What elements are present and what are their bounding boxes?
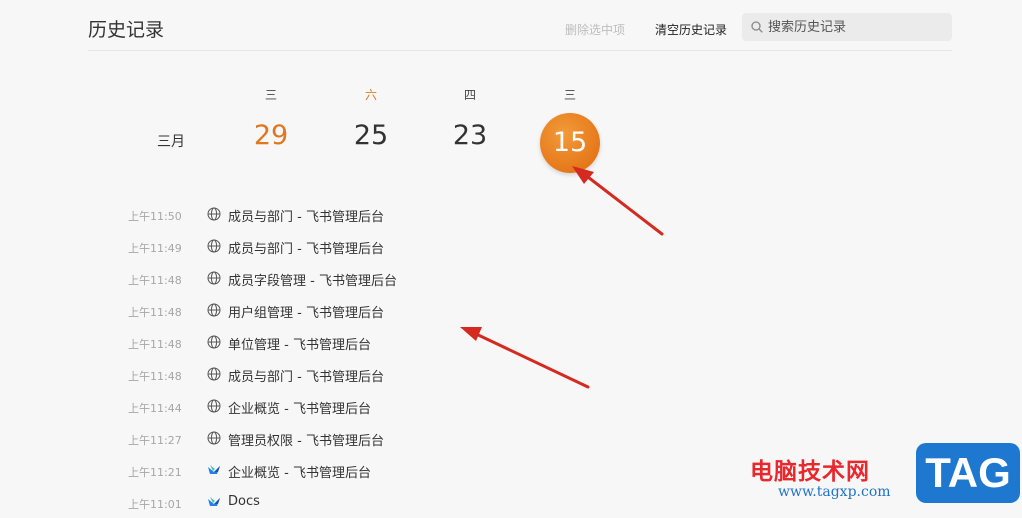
history-title: 成员与部门 - 飞书管理后台 — [228, 210, 384, 225]
history-item[interactable]: 上午11:01 Docs — [0, 486, 600, 518]
weekday-label: 六 — [364, 88, 377, 102]
history-item[interactable]: 上午11:48 用户组管理 - 飞书管理后台 — [0, 294, 600, 326]
weekday-label: 三 — [264, 88, 277, 102]
globe-icon — [207, 207, 221, 221]
header: 历史记录 删除选中项 清空历史记录 — [88, 0, 952, 51]
history-item[interactable]: 上午11:48 成员字段管理 - 飞书管理后台 — [0, 262, 600, 294]
globe-icon — [207, 335, 221, 349]
history-item[interactable]: 上午11:27 管理员权限 - 飞书管理后台 — [0, 422, 600, 454]
globe-icon — [207, 367, 221, 381]
date-number: 25 — [353, 120, 389, 151]
delete-selected-button[interactable]: 删除选中项 — [565, 21, 625, 38]
history-time: 上午11:48 — [128, 306, 182, 319]
history-item[interactable]: 上午11:48 成员与部门 - 飞书管理后台 — [0, 358, 600, 390]
history-time: 上午11:49 — [128, 242, 182, 255]
history-time: 上午11:50 — [128, 210, 182, 223]
globe-icon — [207, 239, 221, 253]
history-time: 上午11:27 — [128, 434, 182, 447]
history-item[interactable]: 上午11:48 单位管理 - 飞书管理后台 — [0, 326, 600, 358]
history-title: 单位管理 - 飞书管理后台 — [228, 338, 371, 353]
history-time: 上午11:21 — [128, 466, 182, 479]
weekday-label: 四 — [463, 88, 476, 102]
day-item[interactable]: 四 23 — [438, 86, 502, 151]
weekday-label: 三 — [563, 88, 576, 102]
watermark-logo: TAG — [916, 443, 1020, 503]
watermark-text: 电脑技术网 — [750, 459, 870, 485]
globe-icon — [207, 303, 221, 317]
history-title: 成员字段管理 - 飞书管理后台 — [228, 274, 397, 289]
day-item-selected[interactable]: 三 15 — [538, 86, 602, 173]
feishu-icon — [208, 497, 220, 506]
feishu-icon — [208, 465, 220, 474]
page-title: 历史记录 — [88, 19, 165, 41]
history-time: 上午11:48 — [128, 274, 182, 287]
day-item[interactable]: 六 25 — [339, 86, 403, 151]
globe-icon — [207, 399, 221, 413]
search-box[interactable] — [742, 13, 952, 41]
month-label: 三月 — [157, 134, 185, 150]
search-input[interactable] — [768, 13, 944, 41]
clear-history-button[interactable]: 清空历史记录 — [655, 21, 727, 38]
date-number: 15 — [540, 113, 600, 173]
history-time: 上午11:48 — [128, 338, 182, 351]
globe-icon — [207, 271, 221, 285]
history-title: 企业概览 - 飞书管理后台 — [228, 466, 371, 481]
history-time: 上午11:48 — [128, 370, 182, 383]
history-title: 管理员权限 - 飞书管理后台 — [228, 434, 384, 449]
day-item[interactable]: 三 29 — [239, 86, 303, 151]
date-number: 29 — [253, 120, 289, 151]
globe-icon — [207, 431, 221, 445]
search-icon — [751, 21, 763, 33]
history-title: 用户组管理 - 飞书管理后台 — [228, 306, 384, 321]
history-item[interactable]: 上午11:49 成员与部门 - 飞书管理后台 — [0, 230, 600, 262]
history-title: 成员与部门 - 飞书管理后台 — [228, 370, 384, 385]
watermark-url: www.tagxp.com — [778, 484, 891, 500]
history-time: 上午11:44 — [128, 402, 182, 415]
history-item[interactable]: 上午11:44 企业概览 - 飞书管理后台 — [0, 390, 600, 422]
history-title: Docs — [228, 494, 260, 509]
history-time: 上午11:01 — [128, 498, 182, 511]
history-item[interactable]: 上午11:50 成员与部门 - 飞书管理后台 — [0, 198, 600, 230]
history-item[interactable]: 上午11:21 企业概览 - 飞书管理后台 — [0, 454, 600, 486]
date-number: 23 — [452, 120, 488, 151]
history-title: 企业概览 - 飞书管理后台 — [228, 402, 371, 417]
history-title: 成员与部门 - 飞书管理后台 — [228, 242, 384, 257]
